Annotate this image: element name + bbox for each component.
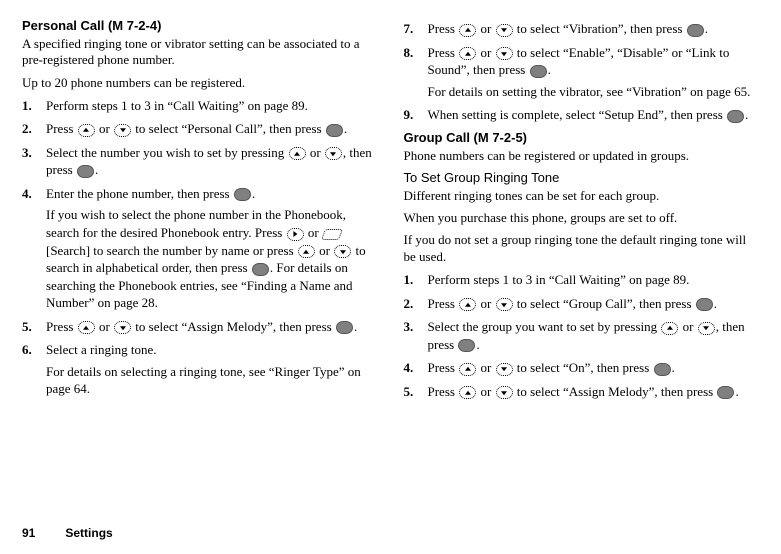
step-4: 4. Enter the phone number, then press . … — [22, 185, 378, 312]
step-list-left: 1.Perform steps 1 to 3 in “Call Waiting”… — [22, 97, 378, 398]
group-intro-4: If you do not set a group ringing tone t… — [404, 232, 760, 265]
up-icon — [459, 386, 476, 399]
gstep-4: 4. Press or to select “On”, then press . — [404, 359, 760, 377]
step-9-text: When setting is complete, select “Setup … — [428, 107, 749, 122]
page-footer: 91 Settings — [22, 526, 113, 540]
down-icon — [114, 124, 131, 137]
group-intro-3: When you purchase this phone, groups are… — [404, 210, 760, 226]
center-key-icon — [717, 386, 734, 399]
step-6: 6. Select a ringing tone. For details on… — [22, 341, 378, 398]
intro-text-2: Up to 20 phone numbers can be registered… — [22, 75, 378, 91]
subheading-group-tone: To Set Group Ringing Tone — [404, 170, 760, 185]
down-icon — [496, 298, 513, 311]
step-list-group: 1.Perform steps 1 to 3 in “Call Waiting”… — [404, 271, 760, 400]
center-key-icon — [336, 321, 353, 334]
gstep-2: 2. Press or to select “Group Call”, then… — [404, 295, 760, 313]
heading-group-call: Group Call (M 7-2-5) — [404, 130, 760, 145]
step-4-text: Enter the phone number, then press . — [46, 186, 255, 201]
step-6-subtext: For details on selecting a ringing tone,… — [46, 363, 378, 398]
step-7: 7. Press or to select “Vibration”, then … — [404, 20, 760, 38]
gstep-1-text: Perform steps 1 to 3 in “Call Waiting” o… — [428, 272, 690, 287]
page-number: 91 — [22, 526, 35, 540]
section-name: Settings — [65, 526, 112, 540]
group-intro-2: Different ringing tones can be set for e… — [404, 188, 760, 204]
step-4-subtext: If you wish to select the phone number i… — [46, 206, 378, 311]
gstep-4-text: Press or to select “On”, then press . — [428, 360, 675, 375]
left-column: Personal Call (M 7-2-4) A specified ring… — [22, 18, 378, 406]
gstep-2-text: Press or to select “Group Call”, then pr… — [428, 296, 718, 311]
step-3-text: Select the number you wish to set by pre… — [46, 145, 372, 178]
step-6-text: Select a ringing tone. — [46, 342, 156, 357]
right-icon — [287, 228, 304, 241]
step-3: 3. Select the number you wish to set by … — [22, 144, 378, 179]
up-icon — [298, 245, 315, 258]
center-key-icon — [530, 65, 547, 78]
down-icon — [496, 47, 513, 60]
center-key-icon — [458, 339, 475, 352]
center-key-icon — [234, 188, 251, 201]
gstep-3-text: Select the group you want to set by pres… — [428, 319, 745, 352]
center-key-icon — [654, 363, 671, 376]
step-list-right-cont: 7. Press or to select “Vibration”, then … — [404, 20, 760, 124]
down-icon — [325, 147, 342, 160]
down-icon — [698, 322, 715, 335]
step-8: 8. Press or to select “Enable”, “Disable… — [404, 44, 760, 101]
up-icon — [78, 124, 95, 137]
gstep-1: 1.Perform steps 1 to 3 in “Call Waiting”… — [404, 271, 760, 289]
up-icon — [459, 298, 476, 311]
down-icon — [114, 321, 131, 334]
center-key-icon — [687, 24, 704, 37]
heading-personal-call: Personal Call (M 7-2-4) — [22, 18, 378, 33]
center-key-icon — [252, 263, 269, 276]
gstep-3: 3. Select the group you want to set by p… — [404, 318, 760, 353]
step-1: 1.Perform steps 1 to 3 in “Call Waiting”… — [22, 97, 378, 115]
step-2-text: Press or to select “Personal Call”, then… — [46, 121, 347, 136]
down-icon — [496, 386, 513, 399]
down-icon — [496, 24, 513, 37]
step-7-text: Press or to select “Vibration”, then pre… — [428, 21, 708, 36]
center-key-icon — [696, 298, 713, 311]
right-column: 7. Press or to select “Vibration”, then … — [404, 18, 760, 406]
center-key-icon — [727, 110, 744, 123]
step-1-text: Perform steps 1 to 3 in “Call Waiting” o… — [46, 98, 308, 113]
up-icon — [459, 363, 476, 376]
down-icon — [334, 245, 351, 258]
up-icon — [459, 47, 476, 60]
down-icon — [496, 363, 513, 376]
step-5: 5. Press or to select “Assign Melody”, t… — [22, 318, 378, 336]
center-key-icon — [77, 165, 94, 178]
manual-page: Personal Call (M 7-2-4) A specified ring… — [0, 0, 781, 406]
up-icon — [459, 24, 476, 37]
up-icon — [78, 321, 95, 334]
gstep-5: 5. Press or to select “Assign Melody”, t… — [404, 383, 760, 401]
step-8-subtext: For details on setting the vibrator, see… — [428, 83, 760, 101]
step-9: 9. When setting is complete, select “Set… — [404, 106, 760, 124]
step-8-text: Press or to select “Enable”, “Disable” o… — [428, 45, 730, 78]
gstep-5-text: Press or to select “Assign Melody”, then… — [428, 384, 739, 399]
up-icon — [661, 322, 678, 335]
intro-text-1: A specified ringing tone or vibrator set… — [22, 36, 378, 69]
soft-key-icon — [321, 229, 343, 240]
group-intro-1: Phone numbers can be registered or updat… — [404, 148, 760, 164]
center-key-icon — [326, 124, 343, 137]
up-icon — [289, 147, 306, 160]
step-2: 2. Press or to select “Personal Call”, t… — [22, 120, 378, 138]
step-5-text: Press or to select “Assign Melody”, then… — [46, 319, 357, 334]
